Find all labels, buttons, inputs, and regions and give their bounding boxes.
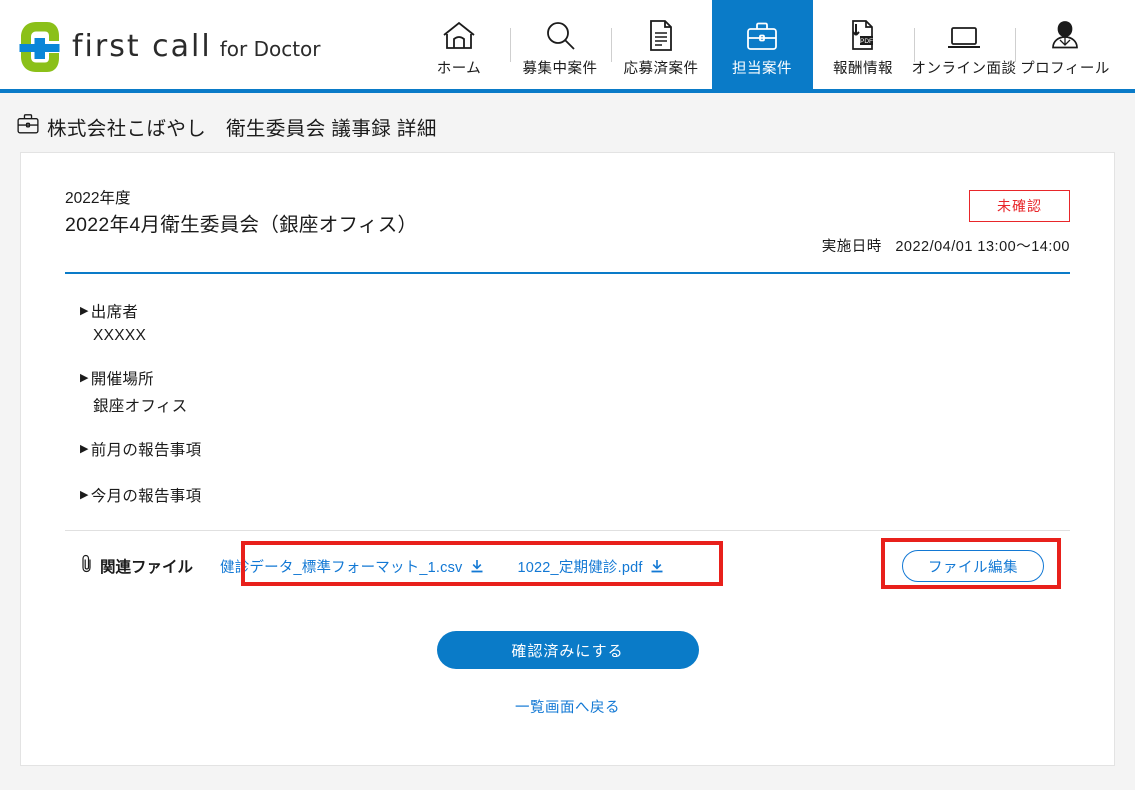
header-accent-bar (0, 89, 1135, 93)
related-files-row: 関連ファイル 健診データ_標準フォーマット_1.csv 1022_定期健診.pd… (65, 531, 1070, 601)
meeting-name: 2022年4月衛生委員会（銀座オフィス） (65, 211, 417, 239)
meeting-schedule: 実施日時 2022/04/01 13:00〜14:00 (822, 235, 1070, 256)
minutes-sections: ▶ 出席者 XXXXX ▶ 開催場所 銀座オフィス ▶ 前月の報告事項 (65, 274, 1070, 506)
section-venue: ▶ 開催場所 銀座オフィス (80, 367, 1070, 416)
laptop-icon (946, 18, 982, 52)
section-this-month-report-header[interactable]: ▶ 今月の報告事項 (80, 484, 1070, 506)
user-profile-icon (1049, 18, 1081, 52)
document-icon (646, 18, 676, 52)
nav-item-assigned-jobs[interactable]: 担当案件 (712, 0, 813, 89)
back-to-list-link[interactable]: 一覧画面へ戻る (515, 696, 620, 717)
nav-item-applied-jobs[interactable]: 応募済案件 (611, 0, 712, 89)
nav-label-applied-jobs: 応募済案件 (624, 57, 699, 78)
mark-confirmed-button[interactable]: 確認済みにする (437, 631, 699, 669)
main-navigation: ホーム 募集中案件 応募済案件 (409, 0, 1116, 89)
download-icon[interactable] (650, 559, 664, 574)
related-files-label-text: 関連ファイル (100, 555, 193, 577)
triangle-right-icon: ▶ (80, 306, 89, 317)
brand-tagline: for Doctor (220, 37, 321, 61)
file-name-1: 健診データ_標準フォーマット_1.csv (220, 556, 462, 577)
section-attendees: ▶ 出席者 XXXXX (80, 300, 1070, 345)
section-attendees-header[interactable]: ▶ 出席者 (80, 300, 1070, 322)
nav-label-reward-info: 報酬情報 (833, 57, 893, 78)
section-attendees-body: XXXXX (80, 327, 1070, 345)
triangle-right-icon: ▶ (80, 373, 89, 384)
related-files-label: 関連ファイル (80, 554, 193, 578)
section-last-month-report-title: 前月の報告事項 (91, 438, 202, 460)
paperclip-icon (80, 554, 93, 578)
triangle-right-icon: ▶ (80, 490, 89, 501)
download-icon[interactable] (470, 559, 484, 574)
status-badge: 未確認 (969, 190, 1070, 222)
file-edit-button[interactable]: ファイル編集 (902, 550, 1044, 582)
nav-item-reward-info[interactable]: PDF 報酬情報 (813, 0, 914, 89)
section-venue-header[interactable]: ▶ 開催場所 (80, 367, 1070, 389)
section-this-month-report-title: 今月の報告事項 (91, 484, 202, 506)
briefcase-icon (745, 18, 779, 52)
file-name-2: 1022_定期健診.pdf (518, 556, 643, 577)
svg-text:PDF: PDF (860, 38, 873, 45)
section-attendees-title: 出席者 (91, 300, 138, 322)
schedule-value: 2022/04/01 13:00〜14:00 (895, 239, 1070, 255)
nav-label-home: ホーム (437, 57, 482, 78)
meeting-title-block: 2022年度 2022年4月衛生委員会（銀座オフィス） (65, 187, 417, 239)
section-venue-body: 銀座オフィス (80, 394, 1070, 416)
section-last-month-report-header[interactable]: ▶ 前月の報告事項 (80, 438, 1070, 460)
pdf-download-icon: PDF (847, 18, 879, 52)
nav-item-profile[interactable]: プロフィール (1015, 0, 1116, 89)
schedule-label: 実施日時 (822, 239, 882, 255)
related-files-list: 健診データ_標準フォーマット_1.csv 1022_定期健診.pdf (220, 556, 664, 577)
nav-item-home[interactable]: ホーム (409, 0, 510, 89)
nav-item-online-interview[interactable]: オンライン面談 (914, 0, 1015, 89)
briefcase-icon (16, 113, 40, 140)
section-venue-title: 開催場所 (91, 367, 154, 389)
firstcall-cross-logo-icon (18, 20, 62, 74)
section-this-month-report: ▶ 今月の報告事項 (80, 484, 1070, 506)
file-edit-button-wrap: ファイル編集 (902, 550, 1070, 582)
minutes-detail-card: 2022年度 2022年4月衛生委員会（銀座オフィス） 未確認 実施日時 202… (20, 152, 1115, 766)
meeting-meta-block: 未確認 実施日時 2022/04/01 13:00〜14:00 (822, 187, 1070, 256)
footer-actions: 確認済みにする 一覧画面へ戻る (65, 631, 1070, 717)
nav-item-open-jobs[interactable]: 募集中案件 (510, 0, 611, 89)
nav-label-open-jobs: 募集中案件 (523, 57, 598, 78)
nav-label-profile: プロフィール (1020, 57, 1110, 78)
meeting-header: 2022年度 2022年4月衛生委員会（銀座オフィス） 未確認 実施日時 202… (65, 187, 1070, 256)
brand-name: first call (72, 29, 212, 64)
nav-label-online-interview: オンライン面談 (912, 57, 1017, 78)
search-icon (543, 18, 577, 52)
nav-label-assigned-jobs: 担当案件 (732, 57, 792, 78)
page-title: 株式会社こばやし 衛生委員会 議事録 詳細 (47, 112, 437, 141)
section-last-month-report: ▶ 前月の報告事項 (80, 438, 1070, 460)
file-link-2[interactable]: 1022_定期健診.pdf (518, 556, 664, 577)
breadcrumb: 株式会社こばやし 衛生委員会 議事録 詳細 (0, 93, 1135, 141)
triangle-right-icon: ▶ (80, 444, 89, 455)
home-icon (441, 18, 477, 52)
meeting-fiscal-year: 2022年度 (65, 187, 417, 211)
brand-logo[interactable]: first call for Doctor (0, 0, 321, 93)
app-header: first call for Doctor ホーム 募集中案件 (0, 0, 1135, 93)
file-link-1[interactable]: 健診データ_標準フォーマット_1.csv (220, 556, 483, 577)
